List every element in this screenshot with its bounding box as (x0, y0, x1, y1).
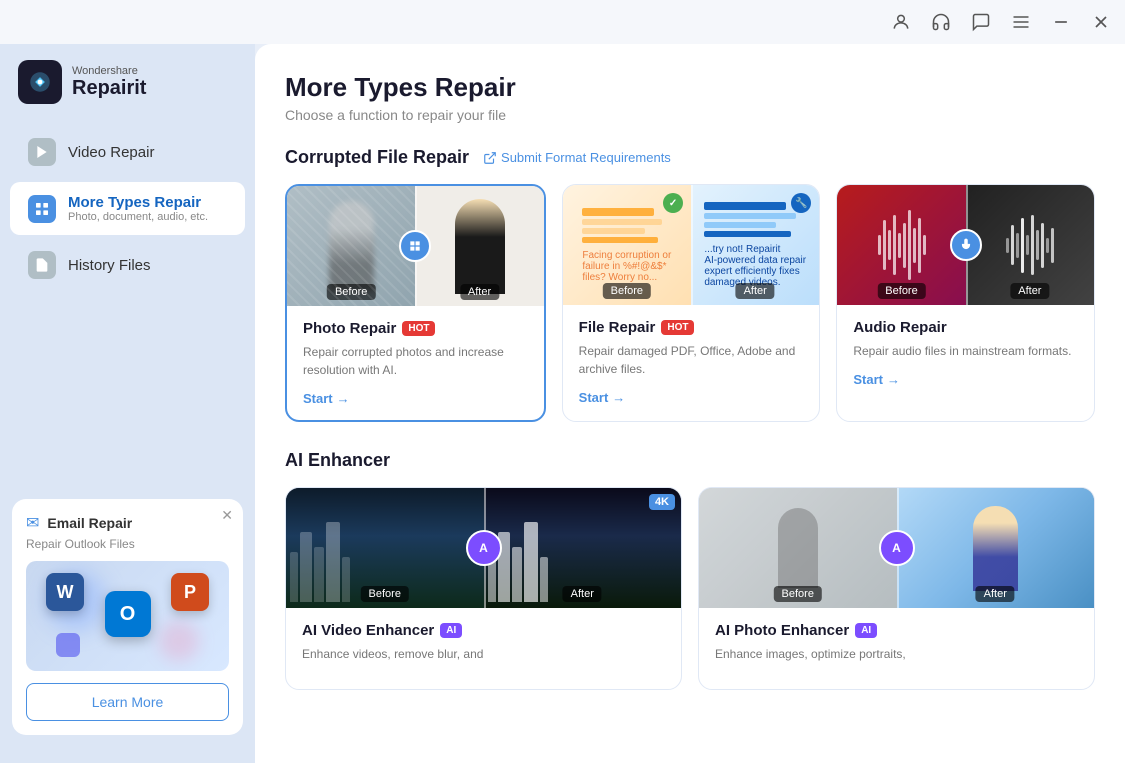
app-logo-icon (18, 60, 62, 104)
four-k-badge: 4K (649, 494, 675, 510)
photo-repair-start-link[interactable]: Start → (303, 391, 528, 406)
audio-repair-image: Before (837, 185, 1094, 305)
video-repair-label: Video Repair (68, 144, 154, 161)
audio-repair-start-link[interactable]: Start → (853, 372, 1078, 387)
file-repair-start-link[interactable]: Start → (579, 390, 804, 405)
file-repair-desc: Repair damaged PDF, Office, Adobe and ar… (579, 342, 804, 378)
photo-before-label: Before (327, 284, 375, 300)
more-types-icon (28, 195, 56, 223)
title-bar (0, 0, 1125, 44)
corrupted-file-repair-title: Corrupted File Repair (285, 147, 469, 168)
email-card-subtitle: Repair Outlook Files (26, 537, 229, 551)
photo-repair-desc: Repair corrupted photos and increase res… (303, 343, 528, 379)
app-body: Wondershare Repairit Video Repair More T… (0, 44, 1125, 763)
ai-video-enhancer-desc: Enhance videos, remove blur, and (302, 645, 665, 663)
ai-photo-enhancer-image: Before After (699, 488, 1094, 608)
email-card-title: Email Repair (47, 515, 132, 531)
ai-photo-badge: AI (855, 623, 877, 638)
logo-brand: Wondershare (72, 65, 146, 77)
email-icon: ✉ (26, 513, 39, 533)
corrupted-file-repair-section-header: Corrupted File Repair Submit Format Requ… (285, 147, 1095, 168)
audio-repair-center-icon (950, 229, 982, 261)
ai-enhancer-cards: Before (285, 487, 1095, 690)
close-icon[interactable] (1089, 10, 1113, 34)
more-types-repair-sublabel: Photo, document, audio, etc. (68, 211, 208, 223)
sidebar-item-video-repair[interactable]: Video Repair (10, 126, 245, 178)
more-types-repair-label: More Types Repair (68, 194, 208, 211)
file-repair-image: Facing corruption orfailure in %#!@&$*fi… (563, 185, 820, 305)
page-title: More Types Repair (285, 72, 1095, 103)
learn-more-button[interactable]: Learn More (26, 683, 229, 721)
ai-enhancer-section-header: AI Enhancer (285, 450, 1095, 471)
photo-repair-center-icon (399, 230, 431, 262)
file-repair-name: File Repair HOT (579, 319, 804, 336)
chat-icon[interactable] (969, 10, 993, 34)
logo-area: Wondershare Repairit (0, 60, 255, 124)
email-card-close-icon[interactable]: ✕ (221, 507, 233, 524)
minimize-icon[interactable] (1049, 10, 1073, 34)
ai-video-enhancer-image: Before (286, 488, 681, 608)
menu-icon[interactable] (1009, 10, 1033, 34)
corrupted-file-repair-cards: Before After (285, 184, 1095, 422)
history-files-icon (28, 251, 56, 279)
main-content: More Types Repair Choose a function to r… (255, 44, 1125, 763)
submit-format-requirements-link[interactable]: Submit Format Requirements (483, 150, 671, 165)
file-repair-card[interactable]: Facing corruption orfailure in %#!@&$*fi… (562, 184, 821, 422)
audio-repair-card[interactable]: Before (836, 184, 1095, 422)
photo-repair-image: Before After (287, 186, 544, 306)
audio-repair-name: Audio Repair (853, 319, 1078, 336)
ai-video-badge: AI (440, 623, 462, 638)
ai-photo-enhancer-desc: Enhance images, optimize portraits, (715, 645, 1078, 663)
photo-repair-hot-badge: HOT (402, 321, 435, 336)
sidebar: Wondershare Repairit Video Repair More T… (0, 44, 255, 763)
ai-video-center-icon: A (466, 530, 502, 566)
logo-product: Repairit (72, 77, 146, 100)
photo-repair-card[interactable]: Before After (285, 184, 546, 422)
ai-photo-center-icon: A (879, 530, 915, 566)
history-files-label: History Files (68, 257, 151, 274)
sidebar-item-more-types-repair[interactable]: More Types Repair Photo, document, audio… (10, 182, 245, 235)
photo-repair-name: Photo Repair HOT (303, 320, 528, 337)
user-icon[interactable] (889, 10, 913, 34)
email-repair-card: ✕ ✉ Email Repair Repair Outlook Files W … (12, 499, 243, 735)
email-illustration: W O P (26, 561, 229, 671)
file-repair-hot-badge: HOT (661, 320, 694, 335)
ai-photo-enhancer-card[interactable]: Before After (698, 487, 1095, 690)
video-repair-icon (28, 138, 56, 166)
ai-photo-enhancer-name: AI Photo Enhancer AI (715, 622, 1078, 639)
photo-after-label: After (460, 284, 499, 300)
headset-icon[interactable] (929, 10, 953, 34)
sidebar-item-history-files[interactable]: History Files (10, 239, 245, 291)
ai-video-enhancer-card[interactable]: Before (285, 487, 682, 690)
ai-enhancer-title: AI Enhancer (285, 450, 390, 471)
audio-repair-desc: Repair audio files in mainstream formats… (853, 342, 1078, 360)
page-subtitle: Choose a function to repair your file (285, 107, 1095, 123)
ai-video-enhancer-name: AI Video Enhancer AI (302, 622, 665, 639)
